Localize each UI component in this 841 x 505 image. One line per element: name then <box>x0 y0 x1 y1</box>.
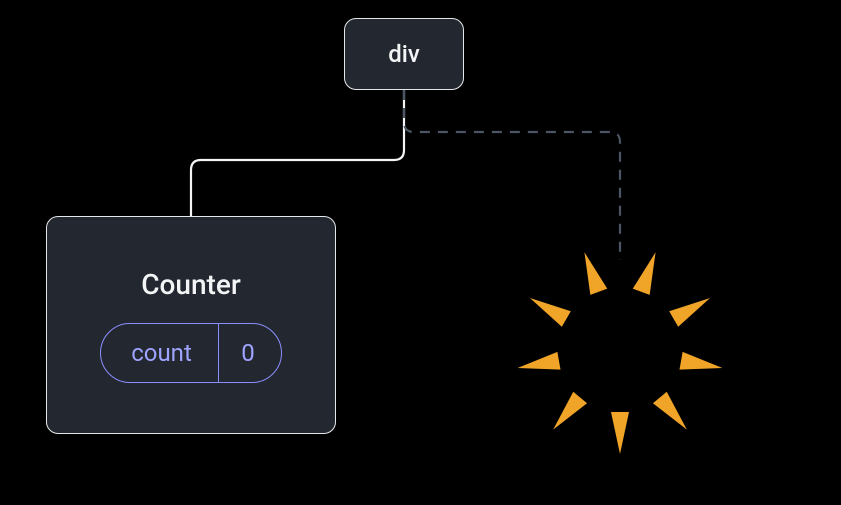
state-name: count <box>101 324 218 382</box>
diagram-stage: div Counter count 0 <box>0 0 841 505</box>
component-title: Counter <box>141 268 241 301</box>
tree-node-counter: Counter count 0 <box>46 216 336 434</box>
burst-icon <box>490 220 750 480</box>
state-value: 0 <box>219 324 281 382</box>
tree-node-root-label: div <box>388 40 420 68</box>
tree-node-root: div <box>344 18 464 90</box>
state-pill: count 0 <box>100 323 282 383</box>
